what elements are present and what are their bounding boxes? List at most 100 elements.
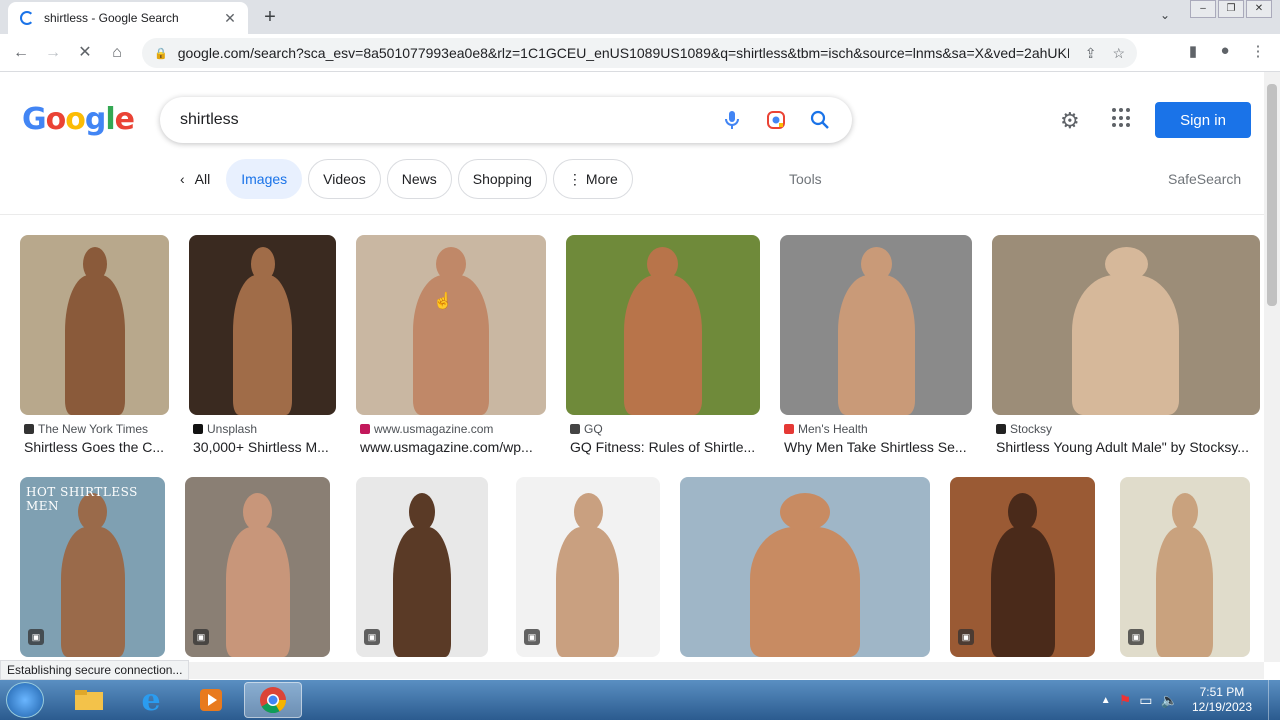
- source-favicon-icon: [784, 424, 794, 434]
- minimize-icon[interactable]: –: [1190, 0, 1216, 18]
- image-result-card[interactable]: GQ GQ Fitness: Rules of Shirtle...: [566, 235, 760, 460]
- windows-taskbar: e ▲ ⚑ ▭ 🔈 7:51 PM 12/19/2023: [0, 680, 1280, 720]
- side-panel-icon[interactable]: ▮: [1182, 42, 1204, 60]
- settings-gear-icon[interactable]: ⚙: [1060, 108, 1080, 134]
- image-badge-icon: ▣: [364, 629, 380, 645]
- search-input[interactable]: [180, 111, 700, 129]
- volume-icon[interactable]: 🔈: [1161, 692, 1178, 709]
- close-window-icon[interactable]: ✕: [1246, 0, 1272, 18]
- search-box[interactable]: [160, 97, 852, 143]
- image-badge-icon: ▣: [193, 629, 209, 645]
- chrome-taskbar-icon[interactable]: [244, 682, 302, 718]
- show-desktop-button[interactable]: [1268, 680, 1280, 720]
- image-result-card[interactable]: www.usmagazine.com www.usmagazine.com/wp…: [356, 235, 546, 460]
- filter-shopping[interactable]: Shopping: [457, 159, 547, 199]
- share-icon[interactable]: ⇪: [1085, 45, 1097, 62]
- safesearch-button[interactable]: SafeSearch: [1168, 171, 1241, 187]
- media-player-taskbar-icon[interactable]: [182, 682, 240, 718]
- google-logo[interactable]: Google: [22, 102, 135, 137]
- horizontal-scrollbar[interactable]: [0, 662, 1264, 679]
- result-source[interactable]: Unsplash: [193, 422, 340, 436]
- image-result-thumbnail[interactable]: HOT SHIRTLESS MEN ▣: [20, 477, 165, 657]
- hand-cursor-icon: ☝: [433, 293, 453, 310]
- thumbnail-overlay-text: HOT SHIRTLESS MEN: [26, 485, 138, 513]
- tray-expand-icon[interactable]: ▲: [1101, 695, 1111, 706]
- search-filter-bar: ‹ All Images Videos News Shopping ⋮ More: [170, 159, 639, 199]
- vertical-scrollbar[interactable]: [1264, 72, 1280, 662]
- tab-strip: shirtless - Google Search ✕ + ⌄ – ❐ ✕: [0, 0, 1280, 34]
- source-favicon-icon: [193, 424, 203, 434]
- image-result-thumbnail[interactable]: ▣: [516, 477, 660, 657]
- scroll-thumb[interactable]: [1267, 84, 1277, 306]
- filter-images[interactable]: Images: [226, 159, 303, 199]
- result-thumbnail[interactable]: [20, 235, 169, 415]
- result-caption[interactable]: Shirtless Goes the C...: [24, 439, 173, 455]
- apps-grid-icon[interactable]: [1112, 108, 1132, 128]
- address-bar[interactable]: 🔒 google.com/search?sca_esv=8a501077993e…: [142, 38, 1137, 68]
- home-icon[interactable]: ⌂: [106, 42, 128, 64]
- browser-toolbar: ← → ✕ ⌂ 🔒 google.com/search?sca_esv=8a50…: [0, 34, 1280, 72]
- image-result-thumbnail[interactable]: ▣: [1120, 477, 1250, 657]
- result-source[interactable]: The New York Times: [24, 422, 173, 436]
- image-result-card[interactable]: Stocksy Shirtless Young Adult Male" by S…: [992, 235, 1260, 460]
- result-source[interactable]: Stocksy: [996, 422, 1264, 436]
- image-result-card[interactable]: Unsplash 30,000+ Shirtless M...: [189, 235, 336, 460]
- image-result-card[interactable]: The New York Times Shirtless Goes the C.…: [20, 235, 169, 460]
- result-caption[interactable]: Shirtless Young Adult Male" by Stocksy..…: [996, 439, 1264, 455]
- lock-icon[interactable]: 🔒: [154, 47, 168, 60]
- sign-in-button[interactable]: Sign in: [1155, 102, 1251, 138]
- voice-search-icon[interactable]: [720, 108, 744, 132]
- new-tab-icon[interactable]: +: [258, 6, 282, 30]
- result-source[interactable]: www.usmagazine.com: [360, 422, 550, 436]
- image-result-thumbnail[interactable]: [680, 477, 930, 657]
- result-caption[interactable]: GQ Fitness: Rules of Shirtle...: [570, 439, 764, 455]
- back-icon[interactable]: ←: [10, 42, 32, 64]
- profile-icon[interactable]: ●: [1214, 42, 1236, 59]
- forward-icon[interactable]: →: [42, 42, 64, 64]
- result-caption[interactable]: 30,000+ Shirtless M...: [193, 439, 340, 455]
- image-badge-icon: ▣: [28, 629, 44, 645]
- result-thumbnail[interactable]: [992, 235, 1260, 415]
- result-thumbnail[interactable]: [356, 235, 546, 415]
- chevron-left-icon: ‹: [180, 171, 185, 187]
- maximize-icon[interactable]: ❐: [1218, 0, 1244, 18]
- filter-all[interactable]: ‹ All: [170, 159, 221, 199]
- menu-dots-icon[interactable]: ⋮: [1247, 42, 1269, 60]
- tools-button[interactable]: Tools: [789, 171, 822, 187]
- result-caption[interactable]: Why Men Take Shirtless Se...: [784, 439, 976, 455]
- explorer-taskbar-icon[interactable]: [60, 682, 118, 718]
- source-favicon-icon: [24, 424, 34, 434]
- header-divider: [0, 214, 1264, 215]
- result-thumbnail[interactable]: [780, 235, 972, 415]
- result-thumbnail[interactable]: [189, 235, 336, 415]
- clock-date: 12/19/2023: [1191, 700, 1252, 714]
- result-source[interactable]: Men's Health: [784, 422, 976, 436]
- stop-icon[interactable]: ✕: [74, 42, 96, 64]
- url-text[interactable]: google.com/search?sca_esv=8a501077993ea0…: [178, 45, 1069, 61]
- source-favicon-icon: [570, 424, 580, 434]
- filter-videos[interactable]: Videos: [308, 159, 381, 199]
- result-source[interactable]: GQ: [570, 422, 764, 436]
- more-dots-icon: ⋮: [567, 170, 582, 187]
- bookmark-star-icon[interactable]: ☆: [1112, 45, 1125, 62]
- network-icon[interactable]: ▭: [1139, 692, 1152, 709]
- result-caption[interactable]: www.usmagazine.com/wp...: [360, 439, 550, 455]
- filter-more[interactable]: ⋮ More: [552, 159, 633, 199]
- internet-explorer-taskbar-icon[interactable]: e: [122, 682, 180, 718]
- action-center-icon[interactable]: ⚑: [1119, 692, 1132, 709]
- lens-search-icon[interactable]: [764, 108, 788, 132]
- browser-tab[interactable]: shirtless - Google Search ✕: [8, 2, 248, 34]
- filter-news[interactable]: News: [386, 159, 452, 199]
- image-result-thumbnail[interactable]: ▣: [356, 477, 488, 657]
- close-tab-icon[interactable]: ✕: [222, 10, 238, 27]
- result-thumbnail[interactable]: [566, 235, 760, 415]
- start-button-icon[interactable]: [6, 682, 44, 718]
- image-result-card[interactable]: Men's Health Why Men Take Shirtless Se..…: [780, 235, 972, 460]
- image-result-thumbnail[interactable]: ▣: [185, 477, 330, 657]
- search-icon[interactable]: [808, 108, 832, 132]
- status-bar: Establishing secure connection...: [0, 660, 190, 680]
- tab-search-icon[interactable]: ⌄: [1160, 8, 1170, 22]
- clock[interactable]: 7:51 PM 12/19/2023: [1192, 685, 1252, 715]
- image-badge-icon: ▣: [958, 629, 974, 645]
- image-result-thumbnail[interactable]: ▣: [950, 477, 1095, 657]
